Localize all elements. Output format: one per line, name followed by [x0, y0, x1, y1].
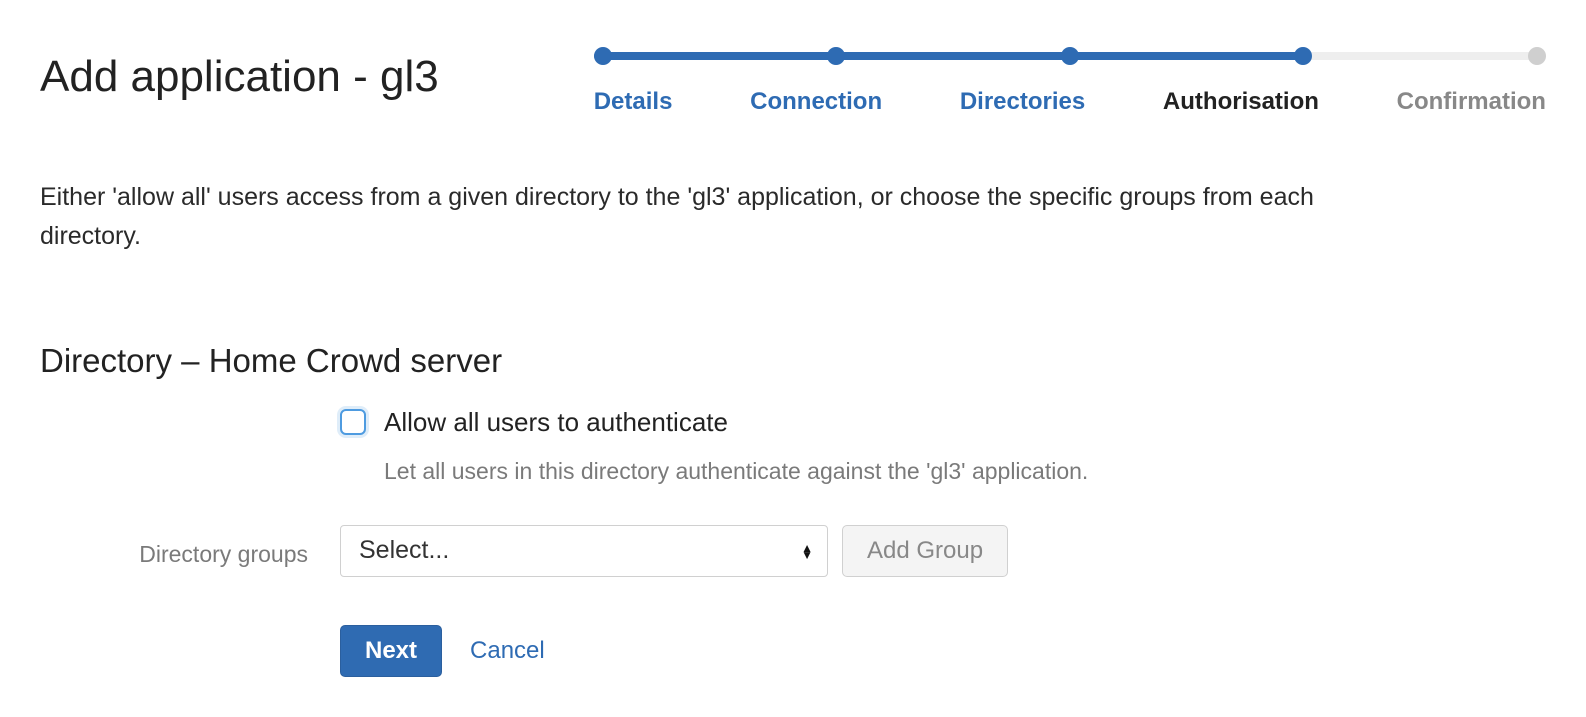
step-dot-authorisation [1294, 47, 1312, 65]
directory-heading: Directory – Home Crowd server [40, 342, 1546, 380]
step-dot-details [594, 47, 612, 65]
step-label-connection[interactable]: Connection [750, 88, 882, 116]
form-label-empty [40, 407, 340, 415]
step-dot-directories [1061, 47, 1079, 65]
directory-groups-select-value: Select... [359, 536, 449, 565]
step-dot-connection [827, 47, 845, 65]
add-group-button[interactable]: Add Group [842, 525, 1008, 577]
step-dot-confirmation [1528, 47, 1546, 65]
step-label-details[interactable]: Details [594, 88, 673, 116]
directory-groups-label: Directory groups [40, 533, 340, 568]
select-updown-icon: ▲▼ [801, 543, 813, 559]
progress-stepper: Details Connection Directories Authorisa… [594, 46, 1546, 116]
lead-text: Either 'allow all' users access from a g… [40, 178, 1400, 256]
page-title: Add application - gl3 [40, 52, 439, 103]
allow-all-checkbox[interactable] [340, 409, 366, 435]
directory-groups-select[interactable]: Select... ▲▼ [340, 525, 828, 577]
form-label-empty-2 [40, 647, 340, 655]
step-label-directories[interactable]: Directories [960, 88, 1085, 116]
allow-all-helper: Let all users in this directory authenti… [384, 458, 1546, 485]
step-label-authorisation: Authorisation [1163, 88, 1319, 116]
next-button[interactable]: Next [340, 625, 442, 677]
step-label-confirmation: Confirmation [1397, 88, 1546, 116]
allow-all-label: Allow all users to authenticate [384, 407, 728, 438]
cancel-link[interactable]: Cancel [470, 637, 545, 665]
